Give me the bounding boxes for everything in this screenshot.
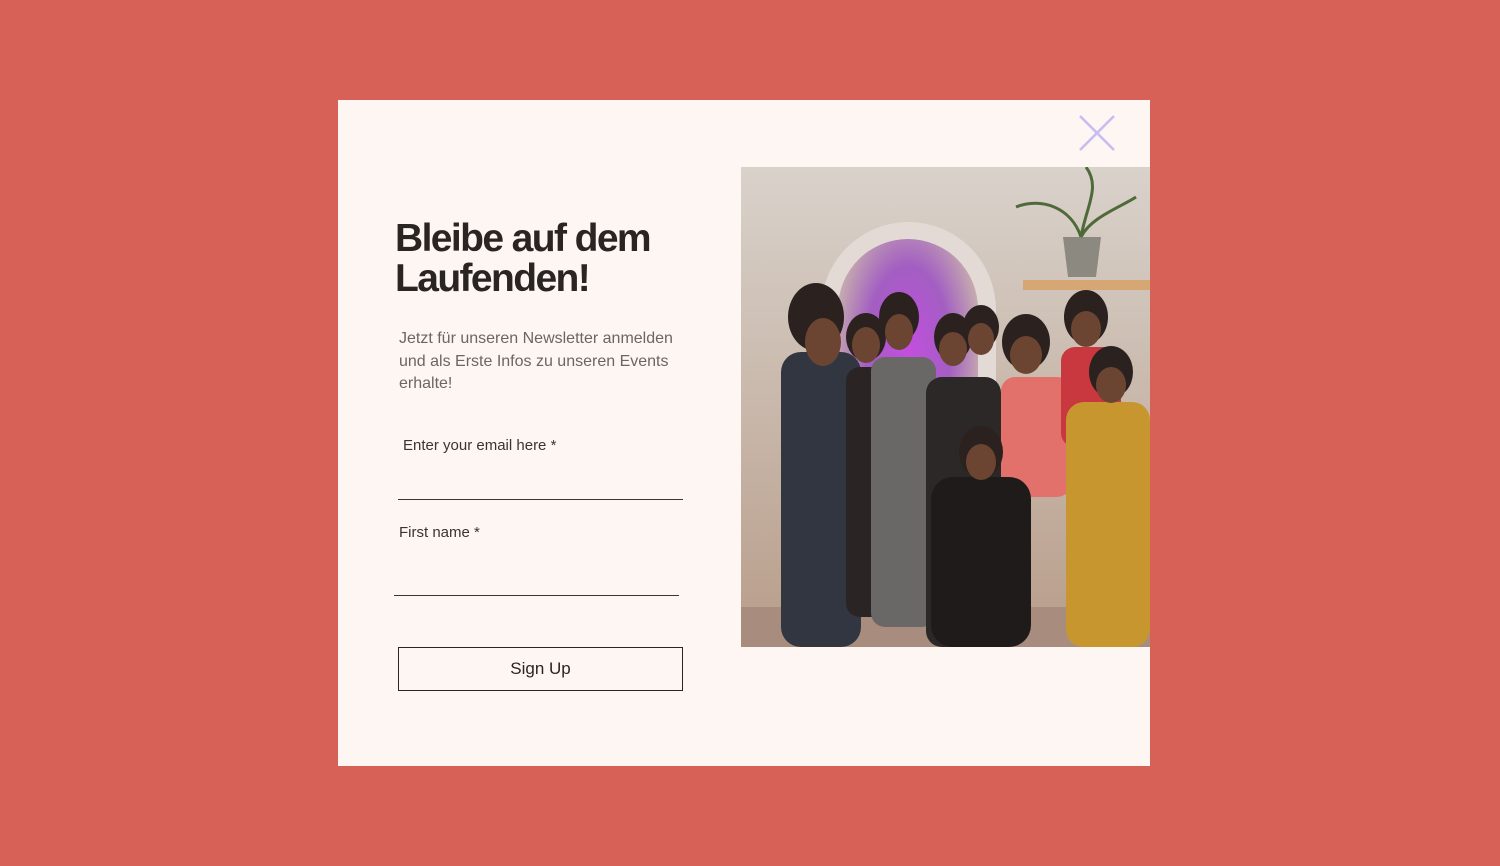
popup-subtitle: Jetzt für unseren Newsletter anmelden un… [399, 330, 673, 392]
group-photo [741, 167, 1150, 647]
newsletter-popup: Bleibe auf dem Laufenden! Jetzt für unse… [338, 100, 1150, 766]
email-field[interactable] [398, 470, 683, 500]
sign-up-button[interactable]: Sign Up [398, 647, 683, 691]
email-field-label: Enter your email here * [403, 437, 557, 454]
first-name-field-label: First name * [399, 524, 480, 541]
first-name-field[interactable] [394, 566, 679, 596]
popup-heading: Bleibe auf dem Laufenden! [395, 217, 652, 300]
close-icon [1079, 115, 1115, 151]
close-button[interactable] [1076, 112, 1120, 156]
